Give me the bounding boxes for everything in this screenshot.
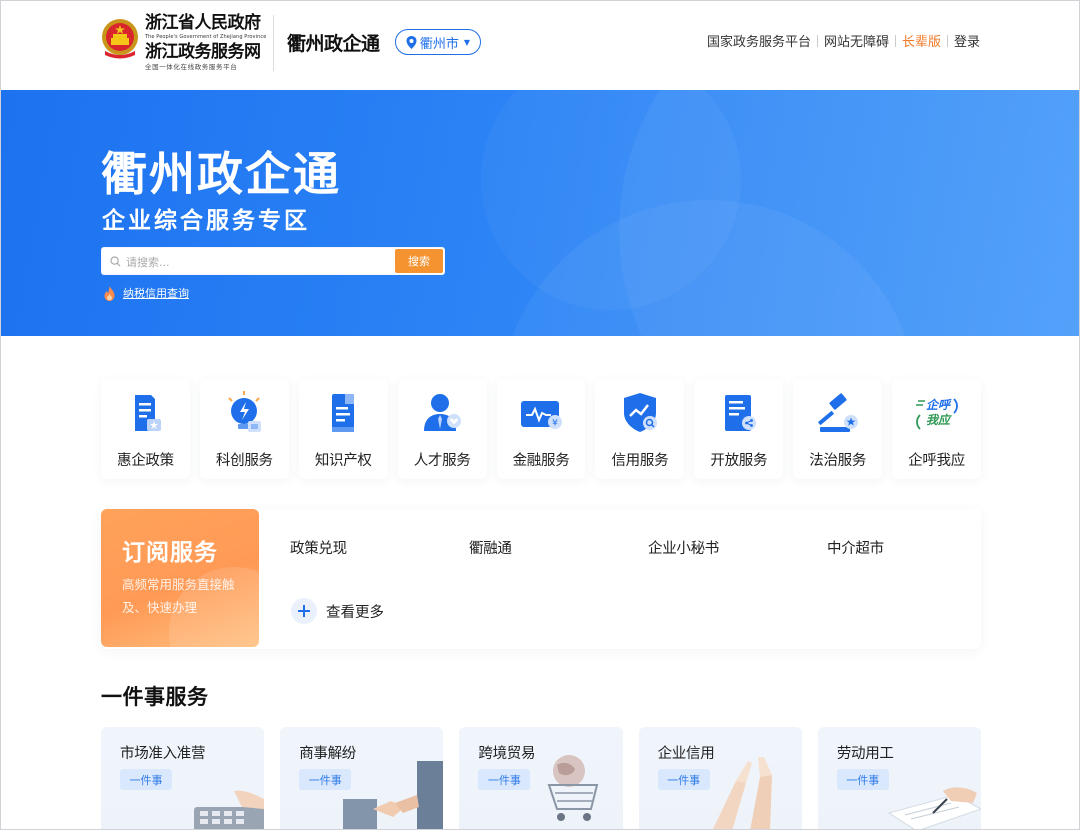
link-national-platform[interactable]: 国家政务服务平台 [707, 31, 811, 50]
gov-brand[interactable]: 浙江省人民政府 The People's Government of Zheji… [145, 12, 267, 72]
banner-title: 衢州政企通 [101, 147, 341, 201]
top-links: 国家政务服务平台 网站无障碍 长辈版 登录 [707, 31, 980, 50]
link-divider [894, 34, 896, 47]
hands-illustration [712, 757, 772, 829]
service-policy[interactable]: 惠企政策 [101, 379, 190, 479]
service-label: 信用服务 [611, 453, 669, 469]
link-accessibility[interactable]: 网站无障碍 [824, 31, 889, 50]
subscription-desc: 高频常用服务直接触及、快速办理 [122, 577, 235, 615]
header-divider [273, 15, 274, 71]
subscription-item-qurongtong[interactable]: 衢融通 [469, 537, 512, 558]
service-grid: 惠企政策 科创服务 知识产权 人才服务 ¥ 金融服务 信用服务 开放服务 法治服… [101, 379, 982, 479]
location-pin-icon [406, 35, 417, 49]
service-finance[interactable]: ¥ 金融服务 [496, 379, 586, 479]
search-button[interactable]: 搜索 [395, 249, 443, 273]
subscription-item-secretary[interactable]: 企业小秘书 [648, 537, 719, 558]
finance-card-icon: ¥ [521, 401, 562, 429]
qi-hu-wo-ying-logo: 企呼 我应 [915, 398, 958, 430]
search-box: 搜索 [101, 247, 445, 275]
search-input[interactable] [126, 252, 386, 272]
policy-doc-icon [135, 395, 162, 431]
service-label: 开放服务 [710, 453, 768, 469]
link-divider [816, 34, 818, 47]
gavel-icon [817, 393, 858, 432]
one-thing-card-labor[interactable]: 劳动用工 一件事 [817, 727, 982, 829]
link-login[interactable]: 登录 [954, 31, 980, 50]
subscription-panel: 订阅服务 高频常用服务直接触及、快速办理 政策兑现 衢融通 企业小秘书 中介超市… [101, 509, 981, 649]
service-label: 知识产权 [314, 453, 372, 469]
ip-doc-icon [332, 394, 355, 432]
view-more-label: 查看更多 [326, 604, 384, 621]
city-selector-label: 衢州市 [419, 36, 459, 52]
one-thing-cards: 市场准入准营 一件事 商事解纷 一件事 跨境贸易 一件事 企业信用 一件事 劳动… [101, 727, 982, 829]
plus-icon [291, 598, 317, 624]
caret-down-icon: ▼ [463, 37, 471, 47]
service-label: 科创服务 [215, 453, 273, 469]
service-credit[interactable]: 信用服务 [595, 379, 685, 479]
handshake-illustration [343, 761, 444, 829]
site-name[interactable]: 衢州政企通 [287, 29, 380, 56]
gov-name-line1: 浙江省人民政府 [145, 13, 261, 33]
link-elder-mode[interactable]: 长辈版 [902, 31, 941, 50]
subscription-item-agency-market[interactable]: 中介超市 [827, 537, 884, 558]
svg-text:企呼: 企呼 [926, 398, 952, 412]
person-icon [424, 394, 462, 431]
svg-text:我应: 我应 [926, 413, 952, 427]
hero-banner: 衢州政企通 企业综合服务专区 搜索 纳税信用查询 [1, 90, 1079, 336]
national-emblem-icon [102, 19, 138, 59]
gov-name-en: The People's Government of Zhejiang Prov… [145, 34, 267, 40]
service-label: 企呼我应 [908, 453, 965, 469]
service-label: 人才服务 [413, 453, 471, 469]
one-thing-card-dispute[interactable]: 商事解纷 一件事 [280, 727, 444, 829]
one-thing-card-credit[interactable]: 企业信用 一件事 [638, 727, 802, 829]
city-selector[interactable]: 衢州市 ▼ [395, 29, 481, 55]
globe-cart-illustration [547, 755, 598, 821]
service-talent[interactable]: 人才服务 [397, 379, 487, 479]
service-innovation[interactable]: 科创服务 [199, 379, 289, 479]
service-ip[interactable]: 知识产权 [298, 379, 388, 479]
subscription-title: 订阅服务 [122, 540, 218, 566]
banner-subtitle: 企业综合服务专区 [102, 208, 310, 234]
subscription-item-policy-cash[interactable]: 政策兑现 [290, 537, 347, 558]
lightbulb-icon [228, 391, 262, 432]
service-label: 法治服务 [809, 453, 867, 469]
subscription-card[interactable]: 订阅服务 高频常用服务直接触及、快速办理 [101, 509, 259, 647]
search-icon [110, 256, 121, 267]
link-divider [946, 34, 948, 47]
section-title-one-thing: 一件事服务 [101, 685, 209, 709]
view-more-button[interactable]: 查看更多 [291, 598, 384, 624]
calculator-illustration [194, 790, 265, 829]
service-label: 惠企政策 [117, 453, 174, 469]
open-doc-icon [724, 395, 756, 431]
page-frame: 浙江省人民政府 The People's Government of Zheji… [0, 0, 1080, 830]
top-header: 浙江省人民政府 The People's Government of Zheji… [1, 1, 1079, 90]
tax-credit-link[interactable]: 纳税信用查询 [103, 285, 189, 301]
credit-shield-icon [623, 393, 657, 432]
gov-slogan: 全国一体化在线政务服务平台 [145, 63, 238, 71]
service-label: 金融服务 [512, 453, 570, 469]
flame-icon [104, 285, 115, 301]
signing-illustration [887, 787, 982, 829]
one-thing-card-cross-border[interactable]: 跨境贸易 一件事 [459, 727, 623, 829]
service-qihu[interactable]: 企呼 我应 企呼我应 [892, 379, 982, 479]
one-thing-card-market-access[interactable]: 市场准入准营 一件事 [101, 727, 265, 829]
svg-text:¥: ¥ [552, 419, 558, 429]
service-law[interactable]: 法治服务 [793, 379, 883, 479]
gov-name-line2: 浙江政务服务网 [145, 42, 261, 62]
service-open[interactable]: 开放服务 [694, 379, 784, 479]
tax-credit-link-label: 纳税信用查询 [123, 287, 189, 300]
